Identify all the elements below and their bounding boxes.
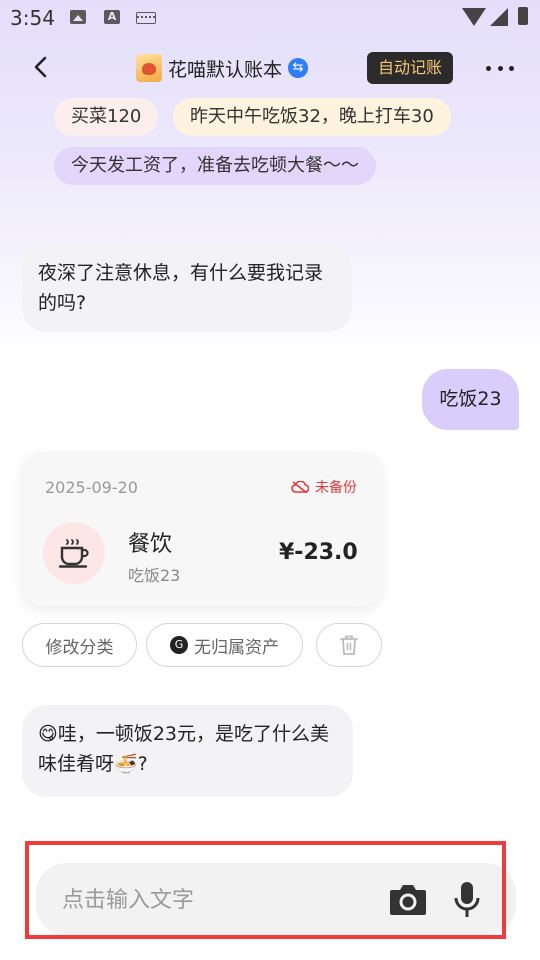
emoji-yum-icon: 😋 [38, 723, 58, 745]
back-button[interactable] [28, 54, 54, 80]
user-message: 吃饭23 [422, 369, 519, 430]
edit-category-label: 修改分类 [45, 637, 114, 658]
emoji-noodle-icon: 🍜? [114, 753, 148, 775]
edit-category-button[interactable]: 修改分类 [22, 623, 137, 667]
suggestion-chip[interactable]: 买菜120 [54, 98, 159, 136]
delete-button[interactable] [316, 623, 382, 667]
category-icon-container [43, 522, 105, 584]
asset-button[interactable]: G 无归属资产 [146, 623, 303, 667]
suggestion-chip[interactable]: 今天发工资了，准备去吃顿大餐～～ [54, 147, 376, 185]
backup-status-label: 未备份 [315, 480, 357, 496]
assistant-message: 😋哇，一顿饭23元，是吃了什么美味佳肴呀🍜? [22, 705, 353, 797]
highlight-frame [25, 841, 506, 939]
asset-icon: G [170, 636, 188, 654]
auto-record-button[interactable]: 自动记账 [367, 52, 453, 84]
category-name: 餐饮 [128, 532, 173, 557]
cloud-off-icon [291, 481, 309, 493]
assistant-message-text: 哇，一顿饭23元，是吃了什么美味佳肴呀 [38, 723, 329, 775]
status-time: 3:54 [10, 6, 55, 30]
more-horizontal-icon[interactable] [486, 58, 514, 78]
ledger-title-selector[interactable]: 花喵默认账本 ⇆ [136, 52, 309, 84]
trash-icon [340, 635, 358, 655]
coffee-cup-icon [58, 539, 89, 568]
page-title: 花喵默认账本 [168, 58, 283, 81]
suggestion-chip[interactable]: 昨天中午吃饭32，晚上打车30 [173, 98, 451, 136]
ledger-book-icon [136, 54, 162, 82]
battery-icon [518, 7, 528, 25]
asset-label: 无归属资产 [194, 637, 279, 658]
a-keyboard-icon: A [104, 10, 120, 24]
keyboard-icon [136, 12, 156, 24]
chevron-left-icon [34, 56, 47, 78]
record-note: 吃饭23 [128, 566, 181, 585]
backup-status: 未备份 [291, 477, 357, 497]
record-amount: ¥-23.0 [279, 540, 358, 565]
wifi-icon [462, 8, 486, 26]
gallery-icon [70, 10, 86, 24]
signal-icon [490, 8, 508, 26]
sync-icon[interactable]: ⇆ [288, 58, 309, 78]
record-date: 2025-09-20 [45, 478, 138, 497]
assistant-message: 夜深了注意休息，有什么要我记录的吗? [22, 244, 352, 332]
